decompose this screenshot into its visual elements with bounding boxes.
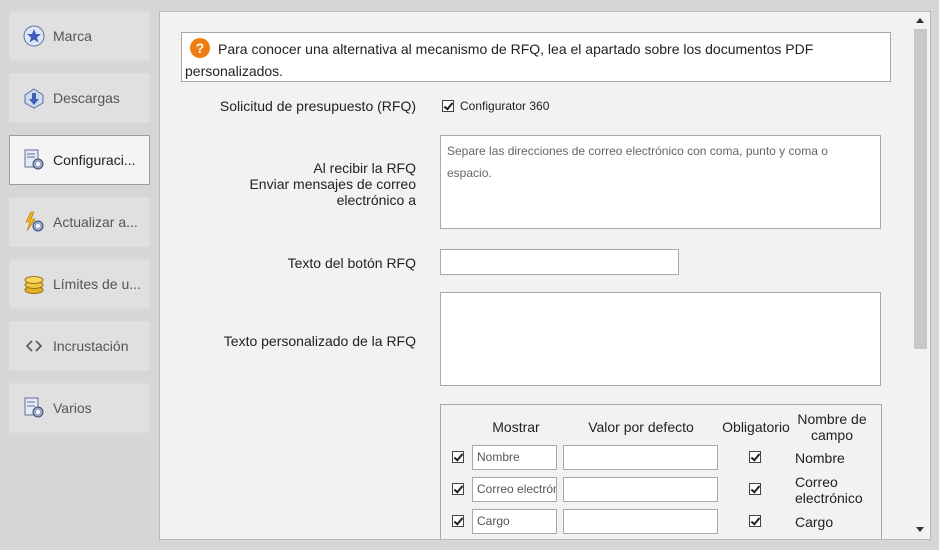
emails-textarea[interactable]: Separe las direcciones de correo electró…	[440, 135, 881, 229]
row-required-checkbox[interactable]	[749, 515, 761, 527]
custom-text-label: Texto personalizado de la RFQ	[223, 333, 416, 349]
scroll-up-arrow-icon[interactable]	[916, 18, 924, 23]
row-required-checkbox[interactable]	[749, 451, 761, 463]
row-field-name-line1: Nombre	[795, 450, 845, 466]
header-field-name-line1: Nombre de	[797, 411, 867, 427]
button-text-label: Texto del botón RFQ	[287, 255, 416, 271]
sidebar-item-incrustacion[interactable]: Incrustación	[9, 321, 150, 371]
sidebar-item-descargas[interactable]: Descargas	[9, 73, 150, 123]
row-required-checkbox[interactable]	[749, 483, 761, 495]
sidebar-item-label: Actualizar a...	[53, 214, 138, 230]
custom-text-textarea[interactable]	[440, 292, 881, 386]
row-field-name-line1: Correo	[795, 474, 838, 490]
sidebar-item-actualizar[interactable]: Actualizar a...	[9, 197, 150, 247]
sidebar-item-limites[interactable]: Límites de u...	[9, 259, 150, 309]
header-show: Mostrar	[492, 419, 540, 435]
header-field-name-line2: campo	[810, 427, 854, 443]
row-default-input[interactable]	[563, 477, 718, 502]
row-show-checkbox[interactable]	[452, 483, 464, 495]
header-field-name: Nombre de campo	[791, 411, 873, 443]
row-field-input[interactable]: Cargo	[472, 509, 557, 534]
sidebar-item-label: Marca	[53, 28, 92, 44]
sidebar-item-label: Descargas	[53, 90, 120, 106]
row-field-name: Cargo	[795, 514, 833, 530]
scroll-down-arrow-icon[interactable]	[916, 527, 924, 532]
row-field-name: Correo electrónico	[795, 474, 863, 506]
rfq-label: Solicitud de presupuesto (RFQ)	[219, 98, 416, 114]
row-field-name: Nombre	[795, 450, 845, 466]
row-show-checkbox[interactable]	[452, 451, 464, 463]
code-brackets-icon	[22, 334, 46, 358]
row-default-input[interactable]	[563, 445, 718, 470]
row-field-input[interactable]: Correo electrónico	[472, 477, 557, 502]
button-text-input[interactable]	[440, 249, 679, 275]
sidebar-item-varios[interactable]: Varios	[9, 383, 150, 433]
emails-label-line1: Al recibir la RFQ	[313, 160, 416, 176]
sidebar: Marca Descargas Configuraci... Actualiza…	[0, 0, 159, 550]
coins-icon	[22, 272, 46, 296]
misc-settings-icon	[22, 396, 46, 420]
fields-table: Mostrar Valor por defecto Obligatorio No…	[440, 404, 882, 539]
sidebar-item-label: Límites de u...	[53, 276, 141, 292]
emails-label-line2: Enviar mensajes de correo	[249, 176, 416, 192]
sidebar-item-label: Varios	[53, 400, 92, 416]
row-default-input[interactable]	[563, 509, 718, 534]
row-show-checkbox[interactable]	[452, 515, 464, 527]
sidebar-item-marca[interactable]: Marca	[9, 11, 150, 61]
row-field-input[interactable]: Nombre	[472, 445, 557, 470]
lightning-gear-icon	[22, 210, 46, 234]
sidebar-item-label: Configuraci...	[53, 152, 136, 168]
info-text: Para conocer una alternativa al mecanism…	[185, 41, 814, 79]
download-icon	[22, 86, 46, 110]
rfq-checkbox[interactable]	[442, 100, 454, 112]
info-banner: ? Para conocer una alternativa al mecani…	[181, 32, 891, 82]
vertical-scrollbar[interactable]	[912, 11, 930, 539]
rfq-checkbox-label: Configurator 360	[460, 99, 550, 113]
row-field-name-line1: Cargo	[795, 514, 834, 530]
sidebar-item-label: Incrustación	[53, 338, 129, 354]
settings-panel: ? Para conocer una alternativa al mecani…	[159, 11, 931, 540]
rfq-checkbox-row: Configurator 360	[442, 99, 549, 113]
emails-placeholder: Separe las direcciones de correo electró…	[447, 144, 828, 180]
star-badge-icon	[22, 24, 46, 48]
header-default: Valor por defecto	[588, 419, 694, 435]
scrollbar-thumb[interactable]	[914, 29, 927, 349]
emails-label-line3: electrónico a	[336, 192, 416, 208]
emails-label: Al recibir la RFQ Enviar mensajes de cor…	[180, 160, 416, 208]
row-field-name-line2: electrónico	[795, 490, 863, 506]
sidebar-item-configuracion[interactable]: Configuraci...	[9, 135, 150, 185]
header-required: Obligatorio	[722, 419, 790, 435]
settings-document-icon	[22, 148, 46, 172]
